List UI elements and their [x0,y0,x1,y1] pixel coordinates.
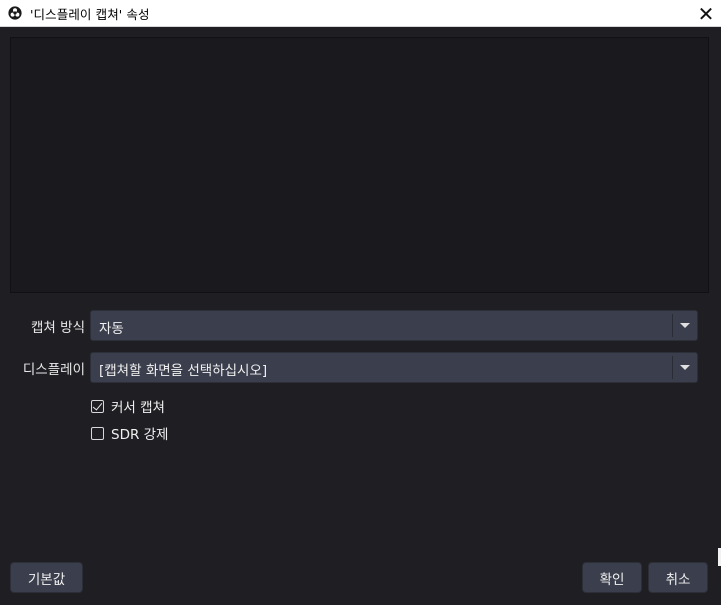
close-button[interactable]: ✕ [691,0,721,27]
combo-divider [672,314,673,337]
display-value: [캡쳐할 화면을 선택하십시오] [99,363,268,379]
force-sdr-checkbox[interactable] [91,426,104,440]
obs-logo-icon [8,6,22,20]
cancel-button[interactable]: 취소 [648,562,708,593]
title-bar: '디스플레이 캡쳐' 속성 ✕ [0,0,721,27]
force-sdr-label: SDR 강제 [111,427,169,443]
display-label: 디스플레이 [22,362,85,378]
force-sdr-option[interactable]: SDR 강제 [91,423,168,443]
close-icon: ✕ [697,1,715,26]
source-preview [10,37,709,293]
display-select[interactable]: [캡쳐할 화면을 선택하십시오] [90,352,698,383]
ok-button[interactable]: 확인 [582,562,642,593]
capture-method-label: 캡쳐 방식 [31,320,85,336]
capture-cursor-label: 커서 캡쳐 [111,400,165,416]
capture-method-select[interactable]: 자동 [90,310,698,341]
chevron-down-icon[interactable] [680,323,690,328]
capture-method-value: 자동 [99,321,124,337]
defaults-button[interactable]: 기본값 [10,562,83,593]
capture-cursor-option[interactable]: 커서 캡쳐 [91,396,165,416]
properties-dialog: '디스플레이 캡쳐' 속성 ✕ 캡쳐 방식 자동 디스플레이 [캡쳐할 화면을 … [0,0,721,605]
window-title: '디스플레이 캡쳐' 속성 [30,6,150,22]
chevron-down-icon[interactable] [680,365,690,370]
combo-divider [672,356,673,379]
capture-cursor-checkbox[interactable] [91,399,104,413]
